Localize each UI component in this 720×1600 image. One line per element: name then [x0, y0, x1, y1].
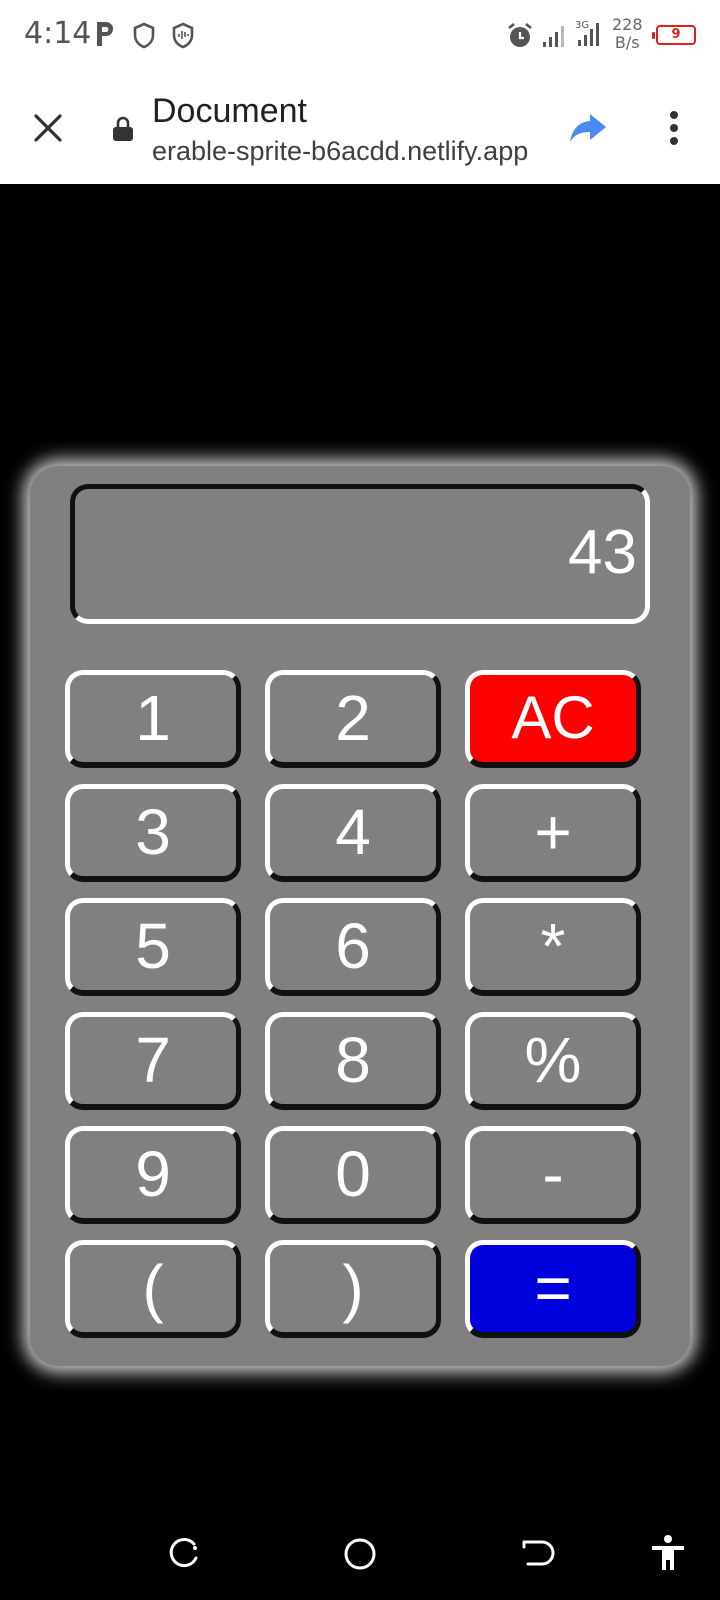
key-4[interactable]: 4 — [265, 784, 441, 882]
signal-icon — [543, 26, 564, 47]
status-bar: 4:14 3G 228 B/s 9 — [0, 0, 720, 72]
status-time: 4:14 — [24, 16, 92, 51]
home-icon[interactable] — [340, 1534, 380, 1574]
key-9[interactable]: 9 — [65, 1126, 241, 1224]
display-value: 43 — [568, 518, 637, 587]
battery-level: 9 — [671, 27, 681, 42]
svg-text:3G: 3G — [575, 20, 589, 31]
key-7[interactable]: 7 — [65, 1012, 241, 1110]
shield-wave-icon — [172, 22, 194, 49]
key-5[interactable]: 5 — [65, 898, 241, 996]
key-3[interactable]: 3 — [65, 784, 241, 882]
network-speed-value: 228 — [612, 15, 643, 34]
battery-icon: 9 — [652, 25, 696, 45]
calculator: 43 1 2 AC 3 4 + 5 6 * 7 8 % 9 0 - ( ) = — [30, 466, 690, 1366]
key-6[interactable]: 6 — [265, 898, 441, 996]
percent-button[interactable]: % — [465, 1012, 641, 1110]
key-2[interactable]: 2 — [265, 670, 441, 768]
recent-apps-icon[interactable] — [164, 1534, 204, 1574]
multiply-button[interactable]: * — [465, 898, 641, 996]
subtract-button[interactable]: - — [465, 1126, 641, 1224]
key-1[interactable]: 1 — [65, 670, 241, 768]
page-title: Document — [152, 92, 307, 130]
signal-3g-icon: 3G — [575, 20, 599, 46]
share-icon[interactable] — [568, 110, 608, 146]
network-speed-unit: B/s — [614, 33, 640, 52]
back-icon[interactable] — [516, 1534, 556, 1574]
clear-button[interactable]: AC — [465, 670, 641, 768]
add-button[interactable]: + — [465, 784, 641, 882]
lock-icon — [113, 116, 133, 141]
system-nav-bar — [0, 1504, 720, 1600]
open-paren-button[interactable]: ( — [65, 1240, 241, 1338]
close-icon[interactable] — [28, 108, 68, 148]
key-0[interactable]: 0 — [265, 1126, 441, 1224]
parking-icon — [97, 22, 113, 46]
alarm-icon — [508, 22, 532, 47]
network-speed: 228 B/s — [612, 16, 643, 52]
page-url[interactable]: erable-sprite-b6acdd.netlify.app — [152, 136, 532, 167]
equals-button[interactable]: = — [465, 1240, 641, 1338]
more-vert-icon[interactable] — [660, 108, 688, 148]
close-paren-button[interactable]: ) — [265, 1240, 441, 1338]
key-8[interactable]: 8 — [265, 1012, 441, 1110]
shield-icon — [133, 22, 155, 49]
browser-toolbar: Document erable-sprite-b6acdd.netlify.ap… — [0, 72, 720, 184]
calculator-display: 43 — [70, 484, 650, 624]
accessibility-icon[interactable] — [648, 1534, 688, 1574]
